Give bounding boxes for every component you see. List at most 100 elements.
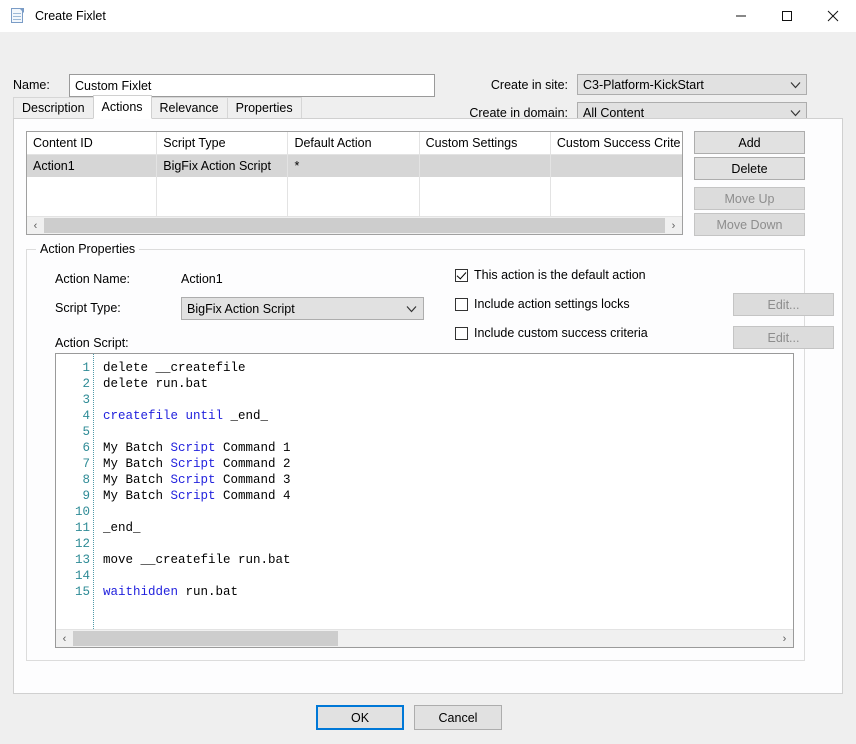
title-bar: Create Fixlet: [0, 0, 856, 32]
column-header-custom-success-criteria[interactable]: Custom Success Crite: [551, 132, 682, 154]
scrollbar-thumb[interactable]: [73, 631, 338, 646]
code-text: run.bat: [178, 585, 239, 599]
move-down-button[interactable]: Move Down: [694, 213, 805, 236]
editor-body[interactable]: 1 2 3 4 5 6 7 8 9 10 11 12 13 14 15 delete __createfil…: [56, 354, 793, 629]
scrollbar-track[interactable]: [73, 630, 776, 647]
code-text: _end_: [103, 521, 141, 535]
code-line: waithidden run.bat: [103, 584, 793, 600]
code-text: My Batch: [103, 489, 171, 503]
line-number: 9: [82, 489, 90, 503]
dialog-footer: OK Cancel: [0, 696, 856, 744]
close-icon[interactable]: [810, 0, 856, 31]
delete-button[interactable]: Delete: [694, 157, 805, 180]
code-text: Command 3: [215, 473, 291, 487]
minimize-icon[interactable]: [718, 0, 764, 31]
line-number: 1: [82, 361, 90, 375]
default-action-checkbox[interactable]: [455, 268, 468, 282]
scrollbar-thumb[interactable]: [44, 218, 665, 233]
action-properties-group: Action Properties Action Name: Action1 S…: [26, 242, 834, 661]
code-text: Command 4: [215, 489, 291, 503]
scroll-left-icon[interactable]: ‹: [27, 217, 44, 234]
code-text: move __createfile run.bat: [103, 553, 291, 567]
action-settings-locks-checkbox-row[interactable]: Include action settings locks: [455, 297, 630, 311]
code-keyword: waithidden: [103, 585, 179, 599]
line-number: 8: [82, 473, 90, 487]
code-text: _end_: [223, 409, 269, 423]
tab-description[interactable]: Description: [13, 97, 94, 118]
code-text: My Batch: [103, 441, 171, 455]
edit-success-criteria-button[interactable]: Edit...: [733, 326, 834, 349]
document-icon: [10, 7, 26, 24]
add-button[interactable]: Add: [694, 131, 805, 154]
tab-properties[interactable]: Properties: [226, 97, 302, 118]
script-type-dropdown[interactable]: BigFix Action Script: [181, 297, 424, 320]
actions-table: Content ID Script Type Default Action Cu…: [26, 131, 683, 235]
editor-horizontal-scrollbar[interactable]: ‹ ›: [56, 629, 793, 647]
code-line: move __createfile run.bat: [103, 552, 793, 568]
default-action-checkbox-row[interactable]: This action is the default action: [455, 268, 646, 282]
line-number: 6: [82, 441, 90, 455]
code-content[interactable]: delete __createfile delete run.bat create…: [94, 354, 793, 629]
chevron-down-icon: [784, 81, 806, 89]
table-row[interactable]: Action1 BigFix Action Script *: [27, 155, 682, 177]
maximize-icon[interactable]: [764, 0, 810, 31]
code-line: My Batch Script Command 2: [103, 456, 793, 472]
name-input[interactable]: [69, 74, 435, 97]
line-number: 11: [74, 521, 90, 535]
action-script-editor[interactable]: 1 2 3 4 5 6 7 8 9 10 11 12 13 14 15 delete __createfil…: [55, 353, 794, 648]
code-line: My Batch Script Command 1: [103, 440, 793, 456]
custom-success-criteria-checkbox-row[interactable]: Include custom success criteria: [455, 326, 648, 340]
cell-default-action: *: [288, 155, 420, 177]
line-number: 3: [82, 393, 90, 407]
action-script-label: Action Script:: [55, 336, 129, 350]
edit-action-settings-button[interactable]: Edit...: [733, 293, 834, 316]
code-text: Command 1: [215, 441, 291, 455]
table-body: Action1 BigFix Action Script *: [27, 155, 682, 221]
table-empty-row: [27, 177, 682, 199]
table-horizontal-scrollbar[interactable]: ‹ ›: [27, 216, 682, 234]
line-number: 5: [82, 425, 90, 439]
column-header-script-type[interactable]: Script Type: [157, 132, 289, 154]
code-text: My Batch: [103, 457, 171, 471]
code-keyword: Script: [170, 473, 216, 487]
tab-actions[interactable]: Actions: [92, 95, 152, 119]
header-form: Name: Create in site: C3-Platform-KickSt…: [0, 32, 856, 123]
line-number: 15: [74, 585, 90, 599]
code-text: My Batch: [103, 473, 171, 487]
tab-relevance[interactable]: Relevance: [150, 97, 228, 118]
ok-button[interactable]: OK: [316, 705, 404, 730]
line-number-gutter: 1 2 3 4 5 6 7 8 9 10 11 12 13 14 15: [56, 354, 94, 629]
column-header-custom-settings[interactable]: Custom Settings: [420, 132, 551, 154]
code-keyword: Script: [170, 489, 216, 503]
custom-success-criteria-checkbox-label: Include custom success criteria: [474, 326, 648, 340]
scroll-left-icon[interactable]: ‹: [56, 630, 73, 647]
cell-custom-settings: [420, 155, 551, 177]
column-header-content-id[interactable]: Content ID: [27, 132, 158, 154]
actions-tab-panel: Content ID Script Type Default Action Cu…: [13, 118, 843, 694]
scrollbar-track[interactable]: [44, 217, 665, 234]
code-line: My Batch Script Command 4: [103, 488, 793, 504]
code-line: createfile until _end_: [103, 408, 793, 424]
action-settings-locks-checkbox[interactable]: [455, 297, 468, 311]
line-number: 13: [74, 553, 90, 567]
script-type-value: BigFix Action Script: [187, 301, 295, 316]
action-name-label: Action Name:: [55, 272, 131, 286]
code-keyword: createfile until: [103, 409, 224, 423]
line-number: 2: [82, 377, 90, 391]
move-up-button[interactable]: Move Up: [694, 187, 805, 210]
custom-success-criteria-checkbox[interactable]: [455, 326, 468, 340]
line-number: 10: [74, 505, 90, 519]
create-in-site-dropdown[interactable]: C3-Platform-KickStart: [577, 74, 807, 95]
chevron-down-icon: [399, 305, 423, 313]
cell-content-id: Action1: [27, 155, 158, 177]
default-action-checkbox-label: This action is the default action: [474, 268, 646, 282]
code-text: delete run.bat: [103, 377, 209, 391]
scroll-right-icon[interactable]: ›: [776, 630, 793, 647]
scroll-right-icon[interactable]: ›: [665, 217, 682, 234]
code-line: delete run.bat: [103, 376, 793, 392]
column-header-default-action[interactable]: Default Action: [288, 132, 420, 154]
cancel-button[interactable]: Cancel: [414, 705, 502, 730]
table-header-row: Content ID Script Type Default Action Cu…: [27, 132, 682, 155]
